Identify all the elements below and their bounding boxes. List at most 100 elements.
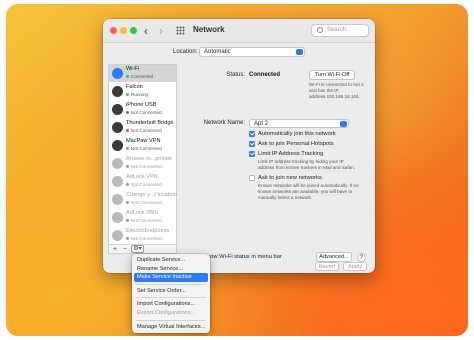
menu-separator: [136, 283, 206, 285]
status-dot-icon: [126, 93, 129, 97]
desktop-background: ‹ › Network Search Location: Automatic W…: [6, 4, 468, 336]
menu-item-set-service-order[interactable]: Set Service Order...: [134, 287, 208, 296]
service-name: Change y...r location: [126, 192, 177, 198]
vpn-icon: [112, 194, 123, 205]
service-status: Not Connected: [126, 182, 162, 187]
service-item[interactable]: MacPaw VPN Not Connected: [109, 137, 176, 154]
gear-menu-button[interactable]: ⚙▾: [131, 245, 144, 253]
service-status: Not Connected: [126, 218, 162, 223]
service-status: Not Connected: [126, 128, 162, 133]
minimize-window-button[interactable]: [120, 27, 127, 34]
service-status-text: Not Connected: [131, 236, 162, 241]
auto-join-checkbox[interactable]: [249, 131, 255, 137]
service-name: AdLock VPN: [126, 174, 158, 180]
network-name-select[interactable]: Apt 2: [249, 119, 349, 128]
advanced-button[interactable]: Advanced...: [316, 252, 352, 262]
service-status-text: Not Connected: [131, 200, 162, 205]
status-dot-icon: [126, 201, 129, 205]
service-name: AdLock DNS: [126, 210, 159, 216]
service-item[interactable]: Change y...r location Not Connected: [109, 191, 177, 208]
service-name: Browse in...private: [126, 156, 173, 162]
bridge-icon: [112, 122, 123, 133]
service-status: Not Connected: [126, 200, 162, 205]
service-name: MacPaw VPN: [126, 138, 161, 144]
service-item[interactable]: AdLock DNS Not Connected: [109, 209, 176, 226]
show-wifi-status-label: Show Wi-Fi status in menu bar: [203, 254, 282, 260]
service-status: Not Connected: [126, 164, 162, 169]
forward-icon[interactable]: ›: [159, 24, 163, 38]
service-status-text: Not Connected: [131, 146, 162, 151]
personal-hotspots-checkbox[interactable]: [249, 141, 255, 147]
service-list: Wi-Fi Connected Falcon Running iPhone USB Not…: [108, 64, 177, 245]
service-status-text: Not Connected: [131, 218, 162, 223]
service-status-text: Not Connected: [131, 128, 162, 133]
menu-item-make-service-inactive[interactable]: Make Service Inactive: [134, 273, 208, 282]
service-name: Falcon: [126, 84, 143, 90]
apply-button[interactable]: Apply: [343, 262, 367, 271]
service-status: Not Connected: [126, 146, 162, 151]
service-name: Thunderbolt Bridge: [126, 120, 174, 126]
service-item[interactable]: Browse in...private Not Connected: [109, 155, 176, 172]
revert-button[interactable]: Revert: [315, 262, 339, 271]
add-service-button[interactable]: +: [113, 245, 117, 254]
service-item[interactable]: iPhone USB Not Connected: [109, 101, 176, 118]
search-placeholder: Search: [327, 27, 347, 33]
menu-item-export-configurations[interactable]: Export Configurations...: [134, 309, 208, 318]
close-window-button[interactable]: [110, 27, 117, 34]
location-select[interactable]: Automatic: [199, 47, 305, 57]
service-status: Not Connected: [126, 110, 162, 115]
menu-item-rename-service[interactable]: Rename Service...: [134, 265, 208, 274]
status-dot-icon: [126, 147, 129, 151]
status-dot-icon: [126, 183, 129, 187]
menu-item-import-configurations[interactable]: Import Configurations...: [134, 300, 208, 309]
phone-icon: [112, 104, 123, 115]
remove-service-button[interactable]: −: [123, 245, 127, 254]
service-name: iPhone USB: [126, 102, 157, 108]
service-status: Not Connected: [126, 236, 162, 241]
new-networks-description-1: Known networks will be joined automatica…: [258, 183, 359, 188]
service-item[interactable]: Wi-Fi Connected: [109, 65, 176, 82]
service-item[interactable]: Thunderbolt Bridge Not Connected: [109, 119, 176, 136]
status-description-2: address 192.168.16.104.: [309, 94, 360, 99]
limit-ip-tracking-checkbox[interactable]: [249, 151, 255, 157]
location-row: Location: Automatic: [103, 46, 375, 60]
menu-item-manage-virtual-interfaces[interactable]: Manage Virtual Interfaces...: [134, 323, 208, 332]
network-preferences-window: ‹ › Network Search Location: Automatic W…: [103, 19, 375, 273]
service-status-text: Running: [131, 92, 149, 97]
turn-wifi-off-button[interactable]: Turn Wi-Fi Off: [309, 70, 355, 80]
service-name: ElectricEndpoints: [126, 228, 170, 234]
vpn-icon: [112, 176, 123, 187]
ask-new-networks-label: Ask to join new networks: [258, 175, 322, 181]
service-item[interactable]: ElectricEndpoints Not Connected: [109, 227, 176, 244]
status-label: Status:: [226, 72, 245, 78]
window-title: Network: [193, 25, 225, 34]
service-detail-pane: Status: Connected Turn Wi-Fi Off Wi-Fi i…: [181, 64, 371, 245]
ask-new-networks-checkbox[interactable]: [249, 175, 255, 181]
network-name-value: Apt 2: [254, 121, 269, 127]
service-status: Connected: [126, 74, 153, 79]
status-description-1: Wi-Fi is connected to Apt 2 and has the …: [309, 82, 364, 93]
network-stepper-icon: [340, 121, 347, 127]
zoom-window-button[interactable]: [130, 27, 137, 34]
help-button[interactable]: ?: [357, 253, 366, 262]
new-networks-description-3: manually select a network.: [258, 195, 313, 200]
back-icon[interactable]: ‹: [144, 24, 148, 38]
service-item[interactable]: AdLock VPN Not Connected: [109, 173, 176, 190]
new-networks-description-2: known networks are available, you will h…: [258, 189, 353, 194]
status-dot-icon: [126, 219, 129, 223]
show-all-grid-icon[interactable]: [176, 26, 185, 35]
search-field[interactable]: Search: [311, 24, 369, 37]
tracking-description-2: address from known trackers in Mail and …: [258, 165, 356, 170]
gear-context-menu: Duplicate Service... Rename Service... M…: [132, 254, 210, 333]
limit-ip-tracking-label: Limit IP Address Tracking: [258, 151, 324, 157]
service-item[interactable]: Falcon Running: [109, 83, 176, 100]
titlebar: ‹ › Network Search: [103, 19, 375, 43]
wifi-icon: [112, 68, 123, 79]
status-value: Connected: [249, 72, 281, 78]
menu-item-duplicate-service[interactable]: Duplicate Service...: [134, 256, 208, 265]
status-dot-icon: [126, 75, 129, 79]
service-status-text: Not Connected: [131, 182, 162, 187]
service-list-controls: + − ⚙▾: [108, 245, 177, 254]
location-stepper-icon: [296, 49, 303, 55]
service-status-text: Connected: [131, 74, 154, 79]
